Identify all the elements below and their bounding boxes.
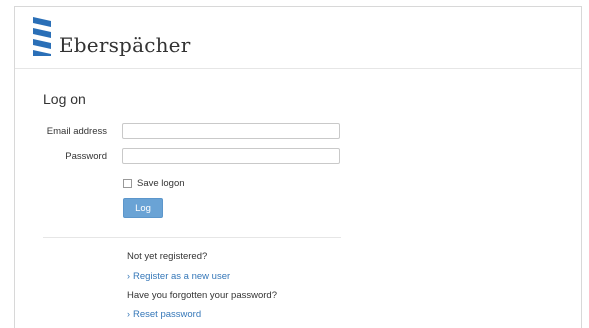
page-frame: Eberspächer Log on Email address Passwor… bbox=[14, 6, 582, 328]
password-label: Password bbox=[65, 151, 107, 162]
divider bbox=[43, 237, 341, 238]
chevron-right-icon: › bbox=[127, 309, 130, 319]
save-logon-row[interactable]: Save logon bbox=[123, 178, 185, 189]
eberspaecher-logo-icon bbox=[33, 17, 51, 56]
page-title: Log on bbox=[43, 91, 86, 107]
brand-name: Eberspächer bbox=[59, 33, 191, 57]
brand-logo[interactable]: Eberspächer bbox=[31, 15, 190, 57]
forgot-password-prompt: Have you forgotten your password? bbox=[127, 290, 277, 301]
email-label: Email address bbox=[46, 126, 107, 137]
save-logon-checkbox[interactable] bbox=[123, 179, 132, 188]
register-prompt: Not yet registered? bbox=[127, 251, 208, 262]
register-link-label: Register as a new user bbox=[133, 271, 231, 282]
save-logon-label: Save logon bbox=[137, 178, 185, 189]
register-link[interactable]: › Register as a new user bbox=[127, 271, 230, 282]
page-header: Eberspächer bbox=[15, 7, 581, 69]
password-field[interactable] bbox=[122, 148, 340, 164]
chevron-right-icon: › bbox=[127, 271, 130, 281]
email-field[interactable] bbox=[122, 123, 340, 139]
reset-password-link-label: Reset password bbox=[133, 309, 202, 320]
reset-password-link[interactable]: › Reset password bbox=[127, 309, 201, 320]
login-button[interactable]: Log In bbox=[123, 198, 163, 232]
